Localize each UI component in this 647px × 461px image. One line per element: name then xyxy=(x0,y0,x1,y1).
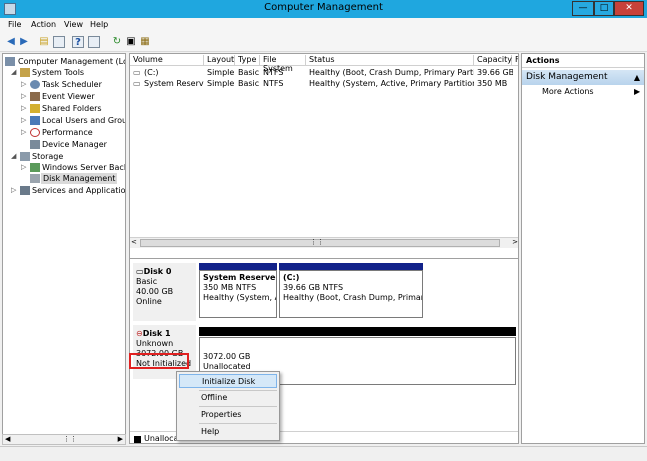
volume-icon: ▭ xyxy=(133,79,141,88)
export-icon[interactable]: ▣ xyxy=(125,36,137,48)
scroll-left-icon[interactable]: ◀ xyxy=(5,435,10,443)
column-volume[interactable]: Volume xyxy=(130,55,204,65)
menu-bar: File Action View Help xyxy=(0,18,647,32)
disk-0-size: 40.00 GB xyxy=(136,287,174,296)
computer-icon xyxy=(5,57,15,66)
window-title: Computer Management xyxy=(264,2,383,13)
close-button[interactable]: ✕ xyxy=(614,1,644,16)
refresh-icon[interactable]: ↻ xyxy=(111,36,123,48)
column-status[interactable]: Status xyxy=(306,55,474,65)
legend-swatch-unallocated xyxy=(134,436,141,443)
column-layout[interactable]: Layout xyxy=(204,55,235,65)
collapse-icon[interactable]: ◢ xyxy=(11,151,19,162)
expand-icon[interactable]: ▷ xyxy=(21,127,29,138)
clock-icon xyxy=(30,80,40,89)
volume-list-header: Volume Layout Type File System Status Ca… xyxy=(130,54,518,73)
toolbar: ◀ ▶ ▤ ? ↻ ▣ ▦ xyxy=(0,32,647,52)
column-file-system[interactable]: File System xyxy=(260,55,306,73)
status-bar xyxy=(0,446,647,461)
scroll-right-icon[interactable]: ▶ xyxy=(118,435,123,443)
more-actions-link[interactable]: More Actions xyxy=(542,87,594,96)
expand-icon[interactable]: ▷ xyxy=(11,185,19,196)
actions-pane: Actions Disk Management ▲ More Actions ▶ xyxy=(521,53,645,444)
navigation-tree: Computer Management (Local ◢ System Tool… xyxy=(2,53,126,444)
expand-icon[interactable]: ▷ xyxy=(21,91,29,102)
menu-view[interactable]: View xyxy=(64,20,83,29)
partition-bar xyxy=(199,263,277,270)
disk-0-info[interactable]: ▭Disk 0 Basic 40.00 GB Online xyxy=(133,263,196,321)
actions-title: Actions xyxy=(522,54,644,68)
menu-item-properties[interactable]: Properties xyxy=(179,408,277,422)
menu-file[interactable]: File xyxy=(8,20,21,29)
volume-horizontal-scrollbar[interactable]: < ⋮⋮ > xyxy=(130,237,518,248)
volume-icon: ▭ xyxy=(133,68,141,77)
collapse-icon[interactable]: ▲ xyxy=(634,70,640,85)
device-icon xyxy=(30,140,40,149)
disk-0-type: Basic xyxy=(136,277,158,286)
forward-arrow-icon[interactable]: ▶ xyxy=(18,36,30,48)
actions-section-disk-management[interactable]: Disk Management ▲ xyxy=(522,70,644,85)
expand-icon[interactable]: ▷ xyxy=(21,115,29,126)
partition-system-reserved[interactable]: System Reserved 350 MB NTFS Healthy (Sys… xyxy=(199,270,277,318)
up-folder-icon[interactable]: ▤ xyxy=(38,36,50,48)
show-hide-tree-icon[interactable] xyxy=(53,36,65,48)
title-bar: Computer Management — □ ✕ xyxy=(0,0,647,18)
menu-item-help[interactable]: Help xyxy=(179,425,277,439)
menu-separator xyxy=(199,423,277,424)
disk-1-name: Disk 1 xyxy=(142,329,171,338)
not-initialized-highlight xyxy=(129,353,189,369)
properties-icon[interactable] xyxy=(88,36,100,48)
settings-icon[interactable]: ▦ xyxy=(139,36,151,48)
expand-icon[interactable]: ▷ xyxy=(21,162,29,173)
unallocated-bar xyxy=(199,327,516,336)
legend-label-unallocated: Unalloca xyxy=(144,434,179,443)
menu-separator xyxy=(199,406,277,407)
scroll-grip-icon: ⋮⋮ xyxy=(310,238,324,246)
storage-icon xyxy=(20,152,30,161)
performance-icon xyxy=(30,128,40,137)
disk-icon: ▭ xyxy=(136,267,144,276)
partition-c[interactable]: (C:) 39.66 GB NTFS Healthy (Boot, Crash … xyxy=(279,270,423,318)
partition-bar xyxy=(279,263,423,270)
menu-item-initialize-disk[interactable]: Initialize Disk xyxy=(179,374,277,388)
folder-icon xyxy=(30,104,40,113)
expand-icon[interactable]: ▷ xyxy=(21,79,29,90)
help-icon[interactable]: ? xyxy=(72,36,84,48)
disk-context-menu: Initialize Disk Offline Properties Help xyxy=(176,371,280,441)
backup-icon xyxy=(30,163,40,172)
menu-item-offline[interactable]: Offline xyxy=(179,391,277,405)
users-icon xyxy=(30,116,40,125)
disk-0-state: Online xyxy=(136,297,162,306)
tools-icon xyxy=(20,68,30,77)
tree-horizontal-scrollbar[interactable]: ◀ ⋮⋮ ▶ xyxy=(2,434,126,445)
minimize-button[interactable]: — xyxy=(572,1,594,16)
back-arrow-icon[interactable]: ◀ xyxy=(5,36,17,48)
column-type[interactable]: Type xyxy=(235,55,260,65)
menu-help[interactable]: Help xyxy=(90,20,108,29)
disk-1-type: Unknown xyxy=(136,339,174,348)
scroll-grip-icon[interactable]: ⋮⋮ xyxy=(63,435,77,443)
scroll-right-icon[interactable]: > xyxy=(512,238,518,246)
column-free[interactable]: F xyxy=(512,55,518,65)
collapse-icon[interactable]: ◢ xyxy=(11,67,19,78)
disk-error-icon: ⊖ xyxy=(136,329,143,338)
column-capacity[interactable]: Capacity xyxy=(474,55,512,65)
chevron-right-icon[interactable]: ▶ xyxy=(634,87,640,96)
menu-action[interactable]: Action xyxy=(31,20,56,29)
scroll-left-icon[interactable]: < xyxy=(131,238,137,246)
table-row[interactable]: ▭ (C:) Simple Basic NTFS Healthy (Boot, … xyxy=(130,68,518,79)
disk-0-name: Disk 0 xyxy=(143,267,172,276)
event-log-icon xyxy=(30,92,40,101)
maximize-button[interactable]: □ xyxy=(594,1,614,16)
services-icon xyxy=(20,186,30,195)
expand-icon[interactable]: ▷ xyxy=(21,103,29,114)
disk-icon xyxy=(30,174,40,183)
table-row[interactable]: ▭ System Reserved Simple Basic NTFS Heal… xyxy=(130,79,518,90)
